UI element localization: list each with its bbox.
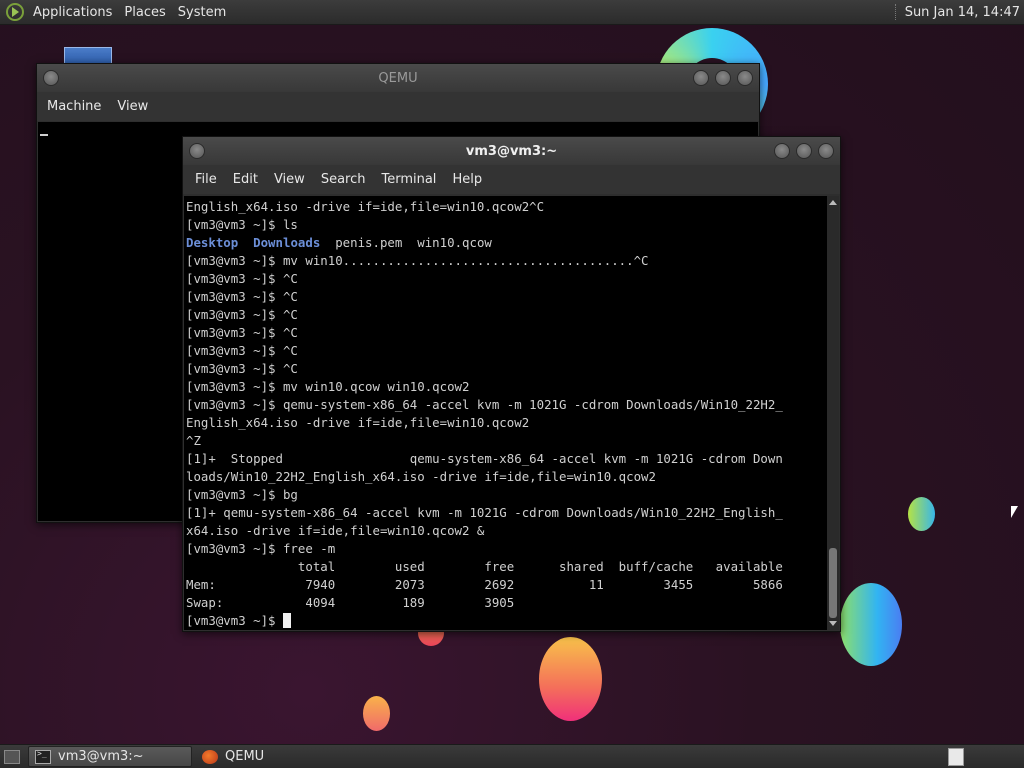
terminal-line: loads/Win10_22H2_English_x64.iso -drive …	[186, 469, 656, 484]
terminal-line: [vm3@vm3 ~]$ ^C	[186, 307, 298, 322]
taskbar-item-qemu[interactable]: QEMU	[196, 746, 356, 767]
terminal-line: [vm3@vm3 ~]$ ^C	[186, 271, 298, 286]
panel-separator	[894, 4, 897, 20]
terminal-line: [vm3@vm3 ~]$ ls	[186, 217, 298, 232]
terminal-line: [vm3@vm3 ~]$ qemu-system-x86_64 -accel k…	[186, 397, 783, 412]
terminal-line: [vm3@vm3 ~]$ mv win10...................…	[186, 253, 649, 268]
terminal-line: [1]+ Stopped qemu-system-x86_64 -accel k…	[186, 451, 783, 466]
terminal-line: [vm3@vm3 ~]$ ^C	[186, 343, 298, 358]
mouse-pointer-icon	[1011, 506, 1018, 518]
menu-applications[interactable]: Applications	[31, 5, 120, 20]
wallpaper-blob	[539, 637, 602, 721]
terminal-line: total used free shared buff/cache availa…	[186, 559, 783, 574]
clock[interactable]: Sun Jan 14, 14:47	[905, 5, 1024, 20]
workspace-switcher[interactable]	[948, 747, 964, 766]
qemu-titlebar[interactable]: QEMU	[37, 64, 759, 92]
terminal-line: English_x64.iso -drive if=ide,file=win10…	[186, 415, 530, 430]
wallpaper-blob	[363, 696, 390, 731]
terminal-window-title: vm3@vm3:~	[465, 143, 558, 159]
wallpaper-blob	[840, 583, 902, 666]
menu-places[interactable]: Places	[122, 5, 173, 20]
window-menu-icon[interactable]	[43, 70, 59, 86]
qemu-window-title: QEMU	[378, 70, 418, 86]
scroll-up-icon[interactable]	[829, 200, 837, 205]
taskbar-item-label: QEMU	[225, 749, 265, 764]
taskbar-item-terminal[interactable]: vm3@vm3:~	[28, 746, 192, 767]
ls-directory: Downloads	[253, 235, 321, 250]
terminal-line: [vm3@vm3 ~]$ ^C	[186, 289, 298, 304]
bottom-panel: vm3@vm3:~ QEMU	[0, 744, 1024, 768]
close-icon[interactable]	[737, 70, 753, 86]
taskbar-item-label: vm3@vm3:~	[58, 749, 144, 764]
window-menu-icon[interactable]	[189, 143, 205, 159]
qemu-menu-view[interactable]: View	[109, 99, 156, 114]
terminal-scrollbar[interactable]	[827, 196, 839, 630]
terminal-menu-file[interactable]: File	[187, 172, 225, 187]
menu-system[interactable]: System	[176, 5, 234, 20]
terminal-line: [1]+ qemu-system-x86_64 -accel kvm -m 10…	[186, 505, 783, 520]
ls-directory: Desktop	[186, 235, 239, 250]
qemu-window-controls	[693, 70, 753, 86]
terminal-prompt-line: [vm3@vm3 ~]$	[186, 612, 826, 630]
maximize-icon[interactable]	[715, 70, 731, 86]
shell-prompt: [vm3@vm3 ~]$	[186, 613, 283, 628]
text-cursor	[40, 134, 48, 136]
terminal-line: [vm3@vm3 ~]$ ^C	[186, 361, 298, 376]
terminal-menu-view[interactable]: View	[266, 172, 313, 187]
terminal-icon	[35, 749, 51, 764]
terminal-line: [vm3@vm3 ~]$ ^C	[186, 325, 298, 340]
terminal-window-controls	[774, 143, 834, 159]
wallpaper-blob	[908, 497, 935, 531]
terminal-titlebar[interactable]: vm3@vm3:~	[183, 137, 840, 165]
minimize-icon[interactable]	[693, 70, 709, 86]
terminal-line: ^Z	[186, 433, 201, 448]
terminal-text: English_x64.iso -drive if=ide,file=win10…	[186, 198, 826, 630]
terminal-menu-edit[interactable]: Edit	[225, 172, 266, 187]
qemu-menu-machine[interactable]: Machine	[39, 99, 109, 114]
terminal-menu-terminal[interactable]: Terminal	[373, 172, 444, 187]
qemu-icon	[202, 749, 218, 764]
show-desktop-icon[interactable]	[4, 749, 20, 764]
terminal-line: Swap: 4094 189 3905	[186, 595, 515, 610]
scroll-down-icon[interactable]	[829, 621, 837, 626]
scrollbar-thumb[interactable]	[829, 548, 837, 618]
ls-file: penis.pem	[335, 235, 403, 250]
qemu-menubar: Machine View	[37, 92, 759, 121]
terminal-line: Mem: 7940 2073 2692 11 3455 5866	[186, 577, 783, 592]
terminal-line: [vm3@vm3 ~]$ free -m	[186, 541, 336, 556]
terminal-output[interactable]: English_x64.iso -drive if=ide,file=win10…	[184, 196, 839, 630]
terminal-menu-search[interactable]: Search	[313, 172, 374, 187]
terminal-line: [vm3@vm3 ~]$ mv win10.qcow win10.qcow2	[186, 379, 470, 394]
top-panel: Applications Places System Sun Jan 14, 1…	[0, 0, 1024, 25]
terminal-caret	[282, 613, 291, 628]
terminal-window: vm3@vm3:~ File Edit View Search Terminal…	[182, 136, 841, 632]
terminal-line: English_x64.iso -drive if=ide,file=win10…	[186, 199, 545, 214]
maximize-icon[interactable]	[796, 143, 812, 159]
terminal-line: x64.iso -drive if=ide,file=win10.qcow2 &	[186, 523, 485, 538]
terminal-menubar: File Edit View Search Terminal Help	[183, 165, 840, 194]
terminal-menu-help[interactable]: Help	[444, 172, 490, 187]
ls-file: win10.qcow	[417, 235, 492, 250]
minimize-icon[interactable]	[774, 143, 790, 159]
close-icon[interactable]	[818, 143, 834, 159]
distro-logo-icon[interactable]	[6, 3, 24, 21]
terminal-line: [vm3@vm3 ~]$ bg	[186, 487, 298, 502]
terminal-line: Desktop Downloads penis.pem win10.qcow	[186, 234, 826, 252]
